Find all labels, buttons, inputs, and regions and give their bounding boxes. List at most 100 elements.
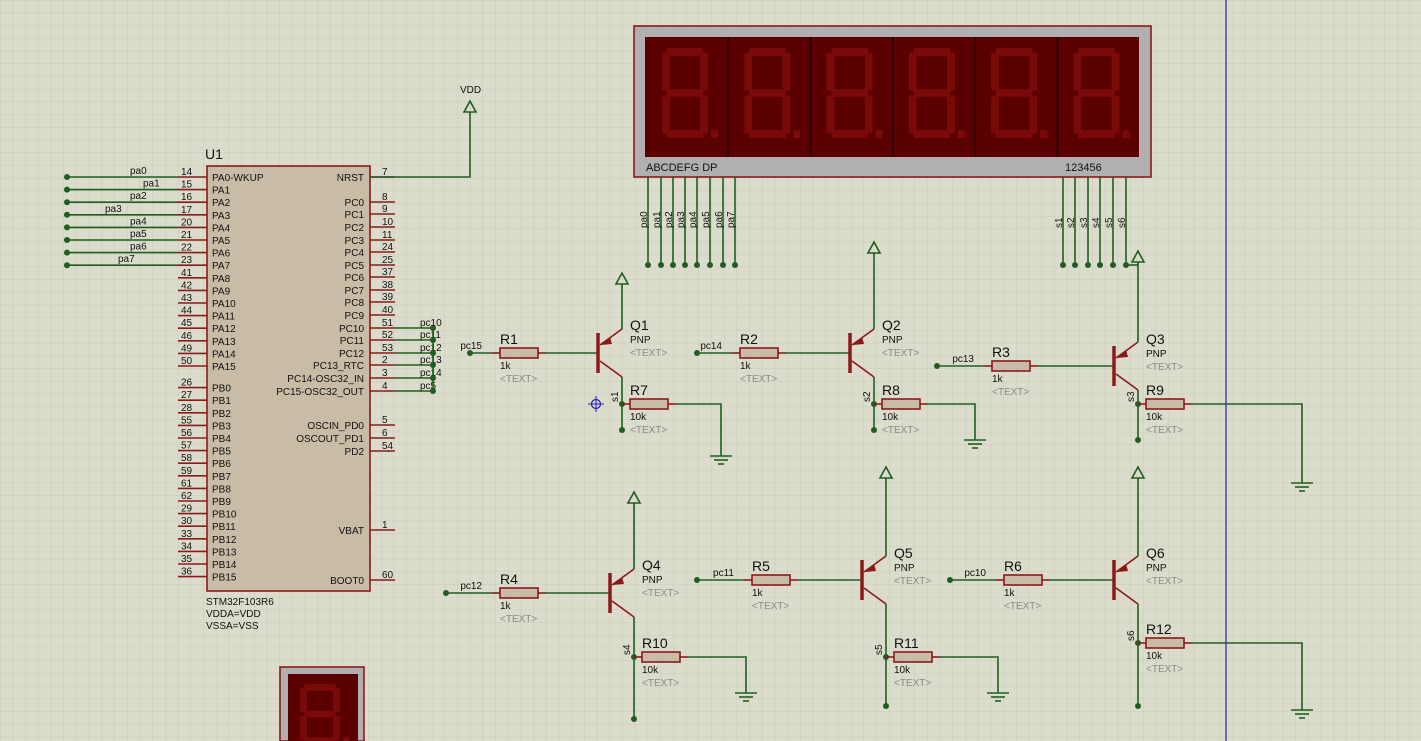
mcu-pin-number: 54 — [382, 441, 394, 452]
resistor-text: <TEXT> — [500, 374, 537, 385]
base-net-label: pc15 — [460, 341, 482, 352]
net-junction — [1135, 703, 1141, 709]
net-junction — [1085, 262, 1091, 268]
segment-net-label: pa4 — [688, 211, 699, 228]
display-segment — [908, 95, 917, 134]
display-segment — [666, 130, 704, 138]
mcu-pin-number: 16 — [181, 192, 193, 203]
mcu-pin-number: 30 — [181, 516, 193, 527]
mcu-pin-number: 40 — [382, 305, 394, 316]
display-segment — [662, 95, 670, 134]
emitter-net-label: s3 — [1126, 391, 1137, 402]
mcu-pin-number: 46 — [181, 331, 193, 342]
mcu-pin-number: 43 — [181, 293, 193, 304]
net-junction — [670, 262, 676, 268]
display-decimal-point — [875, 130, 883, 138]
transistor-type: PNP — [1146, 349, 1167, 360]
resistor-ref: R12 — [1146, 621, 1172, 637]
mcu-pin-name: PC10 — [339, 324, 364, 335]
display-segment — [947, 95, 955, 134]
base-net-label: pc14 — [700, 341, 722, 352]
resistor-body — [499, 347, 539, 359]
schematic-canvas[interactable]: U1 14PA0-WKUP15PA116PA217PA320PA421PA522… — [0, 0, 1421, 741]
mcu-pin-number: 58 — [181, 453, 193, 464]
mcu-pin-number: 33 — [181, 529, 193, 540]
net-junction — [883, 703, 889, 709]
transistor-text: <TEXT> — [630, 348, 667, 359]
display-segment — [826, 95, 835, 134]
pa-net-label: pa5 — [130, 229, 147, 240]
mcu-power-2: VSSA=VSS — [206, 621, 259, 632]
segment-net-label: pa6 — [714, 211, 725, 228]
mcu-pin-number: 34 — [181, 541, 193, 552]
display-segment — [831, 89, 868, 97]
mcu-pin-number: 1 — [382, 520, 388, 531]
mcu-pin-name: PB13 — [212, 547, 237, 558]
transistor-type: PNP — [642, 575, 663, 586]
transistor-type: PNP — [882, 335, 903, 346]
display-segment — [995, 130, 1033, 138]
mcu-pin-name: PB1 — [212, 396, 231, 407]
net-junction — [64, 224, 70, 231]
mcu-pin-name: PC11 — [340, 336, 365, 347]
mcu-pin-number: 36 — [181, 567, 193, 578]
mcu-pin-number: 20 — [181, 217, 193, 228]
segment-net-label: pa0 — [639, 211, 650, 228]
resistor-value: 10k — [1146, 651, 1163, 662]
resistor-body — [751, 574, 791, 586]
display-segment — [991, 52, 1000, 91]
mcu-pin-number: 52 — [382, 330, 394, 341]
display-segment — [1078, 48, 1115, 56]
display-segment — [782, 95, 791, 134]
pa-net-label: pa0 — [130, 166, 147, 177]
resistor-ref: R2 — [740, 331, 758, 347]
mcu-pin-number: 60 — [382, 570, 394, 581]
mcu-pin-number: 62 — [181, 491, 193, 502]
mcu-pin-number: 57 — [181, 441, 193, 452]
resistor-value: 1k — [740, 361, 752, 372]
emitter-net-label: s1 — [610, 391, 621, 402]
resistor-ref: R7 — [630, 382, 648, 398]
mcu-pin-number: 42 — [181, 280, 193, 291]
transistor-ref: Q6 — [1146, 545, 1165, 561]
mcu-pin-name: PC2 — [345, 223, 365, 234]
base-net-label: pc10 — [964, 568, 986, 579]
resistor-ref: R6 — [1004, 558, 1022, 574]
resistor-value: 10k — [882, 412, 899, 423]
display-segment — [333, 716, 340, 740]
mcu-pin-number: 17 — [181, 205, 193, 216]
resistor-value: 1k — [500, 601, 512, 612]
mcu-pin-name: PB8 — [212, 484, 231, 495]
resistor-ref: R1 — [500, 331, 518, 347]
mcu-u1[interactable]: U1 14PA0-WKUP15PA116PA217PA320PA421PA522… — [178, 146, 395, 632]
mcu-pin-name: PA15 — [212, 362, 236, 373]
mcu-power-1: VDDA=VDD — [206, 609, 261, 620]
mcu-pin-number: 4 — [382, 381, 388, 392]
resistor-text: <TEXT> — [630, 425, 667, 436]
display-decimal-point — [711, 130, 719, 138]
mcu-pin-name: PC4 — [345, 248, 365, 259]
display-segment — [1029, 95, 1038, 134]
mcu-pin-number: 28 — [181, 403, 193, 414]
mcu-pin-name: PC5 — [345, 261, 365, 272]
mcu-pin-name: PB14 — [212, 560, 237, 571]
resistor-body — [629, 398, 669, 410]
mcu-pin-number: 49 — [181, 343, 193, 354]
mcu-pin-name: PA12 — [212, 324, 236, 335]
mcu-pin-name: PC12 — [339, 349, 364, 360]
resistor-text: <TEXT> — [740, 374, 777, 385]
mcu-pin-number: 61 — [181, 478, 193, 489]
base-net-label: pc13 — [952, 354, 974, 365]
transistor-text: <TEXT> — [894, 576, 931, 587]
display-segment — [826, 52, 835, 91]
net-junction — [871, 427, 877, 433]
mcu-pin-name: PA1 — [212, 186, 231, 197]
display-segment — [864, 52, 873, 91]
emitter-net-label: s2 — [862, 391, 873, 402]
transistor-ref: Q3 — [1146, 331, 1165, 347]
display-segment — [744, 52, 753, 91]
second-display-partial[interactable] — [279, 666, 365, 741]
display-segment — [748, 48, 786, 56]
mcu-pin-name: NRST — [337, 173, 364, 184]
resistor-value: 1k — [1004, 588, 1016, 599]
